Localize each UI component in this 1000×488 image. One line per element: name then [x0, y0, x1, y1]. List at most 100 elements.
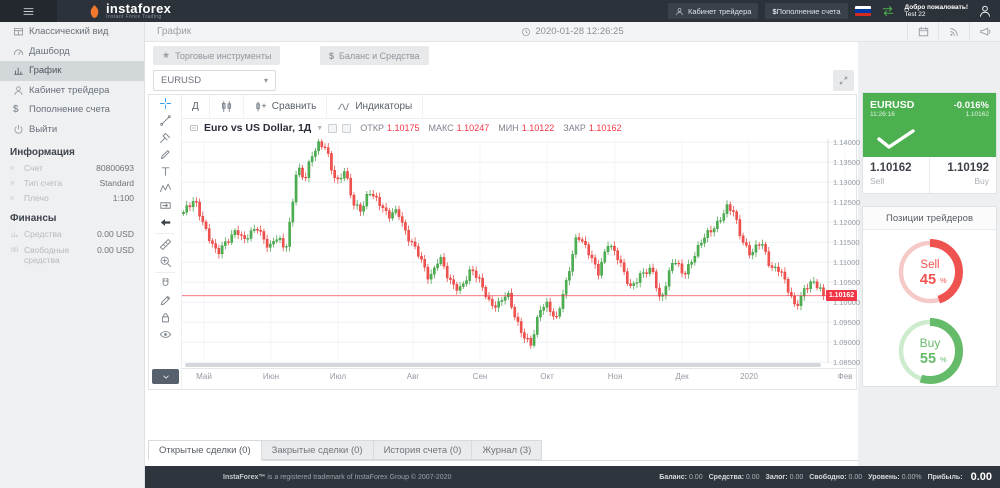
- timeframe-button[interactable]: Д: [182, 95, 210, 119]
- svg-text:Sell: Sell: [920, 259, 939, 271]
- price-tick: 1.09000: [833, 338, 860, 347]
- fullscreen-button[interactable]: [833, 70, 854, 91]
- copyright-brand: InstaForex™: [223, 474, 265, 481]
- calendar-button[interactable]: [907, 22, 938, 42]
- time-tick: Ноя: [601, 372, 629, 381]
- bars-icon: [10, 229, 24, 240]
- language-flag-russia[interactable]: [855, 6, 871, 16]
- sidebar-item-2[interactable]: График: [0, 61, 144, 81]
- quote-card[interactable]: EURUSD -0.016% 11:26:16 1.10162 1.10162 …: [862, 92, 997, 194]
- hamburger-menu-button[interactable]: [0, 0, 57, 22]
- exchange-rates-icon[interactable]: [881, 4, 895, 18]
- rss-button[interactable]: [938, 22, 969, 42]
- sell-donut: Sell 45 %: [893, 235, 967, 309]
- expand-icon: [838, 75, 849, 86]
- lock-tool-button[interactable]: [149, 309, 182, 326]
- sidebar-nav: Классический видДашбордГрафикКабинет тре…: [0, 22, 144, 139]
- balance-funds-button[interactable]: $ Баланс и Средства: [320, 46, 429, 65]
- crosshair-tool-button[interactable]: [149, 95, 182, 112]
- hamburger-icon: [22, 5, 35, 18]
- tab-2[interactable]: История счета (0): [374, 440, 473, 460]
- time-axis-divider: [182, 368, 856, 369]
- table-icon: [13, 26, 29, 37]
- server-datetime: 2020-01-28 12:26:25: [145, 26, 1000, 37]
- pencil-tool-button[interactable]: [149, 292, 182, 309]
- info-value: 0.00 USD: [97, 245, 134, 255]
- time-tick: Май: [190, 372, 218, 381]
- candlestick-plot[interactable]: [182, 139, 856, 363]
- time-tick: 2020: [735, 372, 763, 381]
- compare-button[interactable]: Сравнить: [244, 95, 328, 119]
- open-label: ОТКР: [360, 123, 384, 133]
- trader-cabinet-label: Кабинет трейдера: [688, 7, 751, 16]
- sidebar-item-5[interactable]: Выйти: [0, 120, 144, 140]
- tab-1[interactable]: Закрытые сделки (0): [262, 440, 374, 460]
- magnet-tool-button[interactable]: [149, 275, 182, 292]
- brush-tool-button[interactable]: [149, 146, 182, 163]
- svg-text:Buy: Buy: [919, 336, 940, 350]
- trader-cabinet-button[interactable]: Кабинет трейдера: [668, 3, 758, 19]
- buy-price: 1.10192: [937, 162, 989, 174]
- traders-positions-card: Позиции трейдеров Sell 45 % Buy 55 %: [862, 206, 997, 387]
- chevron-down-icon[interactable]: ▼: [316, 125, 323, 132]
- coins-icon: [10, 245, 24, 256]
- logo-flame-icon: [87, 4, 102, 19]
- chart-horizontal-scrollbar[interactable]: [185, 363, 821, 367]
- gauge-icon: [13, 46, 29, 57]
- legend-settings-box[interactable]: [342, 124, 351, 133]
- sidebar-info-row: Средства0.00 USD: [0, 226, 144, 242]
- high-label: МАКС: [429, 123, 454, 133]
- sidebar-item-0[interactable]: Классический вид: [0, 22, 144, 42]
- dollar-icon: $: [329, 51, 334, 61]
- pattern-tool-button[interactable]: [149, 180, 182, 197]
- chevron-down-icon: [161, 372, 171, 382]
- time-tick: Авг: [399, 372, 427, 381]
- legend-settings-box[interactable]: [328, 124, 337, 133]
- textT-tool-button[interactable]: [149, 163, 182, 180]
- eye-tool-button[interactable]: [149, 326, 182, 343]
- trend-tool-button[interactable]: [149, 112, 182, 129]
- dollar-icon: $: [13, 104, 29, 115]
- toolbar-collapse-button[interactable]: [152, 369, 179, 384]
- sidebar-info-row: »Счет80800693: [0, 160, 144, 175]
- indicators-button[interactable]: Индикаторы: [327, 95, 423, 119]
- info-label: Счет: [24, 163, 96, 173]
- chev-icon: »: [10, 178, 24, 187]
- fork-tool-button[interactable]: [149, 129, 182, 146]
- copyright-text: InstaForex™ is a registered trademark of…: [145, 474, 452, 481]
- symbol-select[interactable]: EURUSD ▾: [153, 70, 276, 91]
- person-icon: [13, 85, 29, 96]
- time-tick: Окт: [533, 372, 561, 381]
- buy-quote-cell[interactable]: 1.10192 Buy: [929, 157, 996, 193]
- announcements-button[interactable]: [969, 22, 1000, 42]
- trading-instruments-label: Торговые инструменты: [175, 51, 271, 61]
- chart-style-button[interactable]: [210, 95, 244, 119]
- collapse-legend-icon[interactable]: [189, 123, 199, 133]
- zoom-tool-button[interactable]: [149, 253, 182, 270]
- sidebar-info-row: »Тип счетаStandard: [0, 175, 144, 190]
- forecast-tool-button[interactable]: [149, 197, 182, 214]
- sell-label: Sell: [870, 176, 922, 186]
- timeframe-label: Д: [192, 101, 199, 112]
- price-tick: 1.13000: [833, 178, 860, 187]
- sell-quote-cell[interactable]: 1.10162 Sell: [863, 157, 929, 193]
- ruler-tool-button[interactable]: [149, 236, 182, 253]
- deposit-button[interactable]: $ Пополнение счета: [765, 3, 847, 19]
- price-tick: 1.10500: [833, 278, 860, 287]
- candlestick-style-icon: [220, 100, 233, 113]
- info-rows: »Счет80800693»Тип счетаStandard»Плечо1:1…: [0, 160, 144, 205]
- logo-text: instaforex: [106, 3, 171, 14]
- price-tick: 1.09500: [833, 318, 860, 327]
- tab-3[interactable]: Журнал (3): [472, 440, 542, 460]
- sidebar-item-1[interactable]: Дашборд: [0, 42, 144, 62]
- trading-instruments-button[interactable]: ★ Торговые инструменты: [153, 46, 280, 65]
- chev-icon: »: [10, 163, 24, 172]
- copyright-rest: is a registered trademark of InstaForex …: [265, 474, 451, 481]
- main-content: ★ Торговые инструменты $ Баланс и Средст…: [145, 42, 858, 466]
- tab-0[interactable]: Открытые сделки (0): [148, 440, 262, 461]
- sidebar-item-4[interactable]: $Пополнение счета: [0, 100, 144, 120]
- arrowleft-tool-button[interactable]: [149, 214, 182, 231]
- buy-donut: Buy 55 %: [893, 314, 967, 388]
- sidebar-item-3[interactable]: Кабинет трейдера: [0, 81, 144, 101]
- user-avatar-icon[interactable]: [978, 4, 992, 18]
